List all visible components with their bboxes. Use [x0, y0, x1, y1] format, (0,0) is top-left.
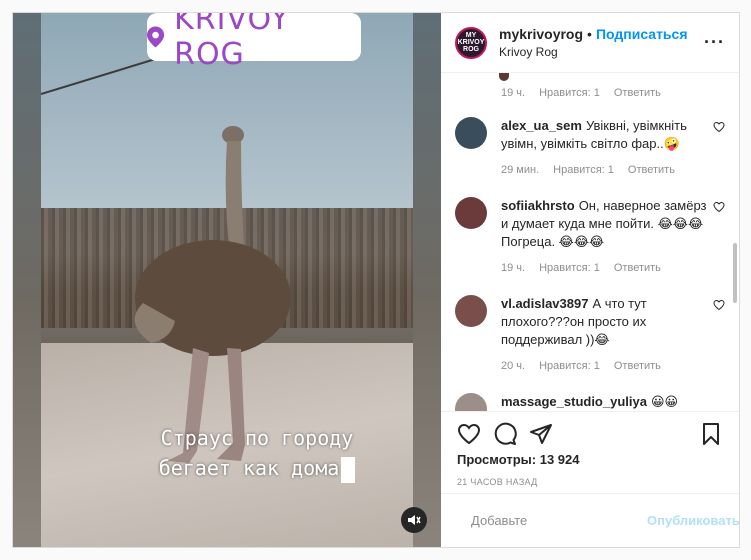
comment-likes[interactable]: Нравится: 1: [539, 259, 600, 277]
comment-time: 19 ч.: [501, 262, 526, 274]
comment-text: 😀😀: [650, 394, 679, 409]
text-cursor: [341, 456, 356, 483]
location-link[interactable]: Krivoy Rog: [499, 45, 704, 59]
post-actions: Просмотры: 13 924 21 ЧАСОВ НАЗАД: [441, 411, 739, 493]
comment-likes[interactable]: Нравится: 1: [553, 161, 614, 179]
comment-username[interactable]: alex_ua_sem: [501, 118, 582, 133]
comment-username[interactable]: massage_studio_yuliya: [501, 394, 647, 409]
video-caption-line1: Страус по городу: [160, 426, 354, 450]
views-label: Просмотры:: [457, 452, 537, 467]
reply-button[interactable]: Ответить: [614, 259, 661, 277]
partial-avatar: [499, 73, 509, 81]
video-player[interactable]: KRIVOY ROG Страус по городу бегает как д…: [13, 13, 441, 547]
partial-comment: [455, 73, 725, 87]
location-pin-icon: [147, 26, 165, 48]
post-dialog: KRIVOY ROG Страус по городу бегает как д…: [12, 12, 740, 548]
follow-button[interactable]: Подписаться: [596, 26, 688, 42]
like-comment-heart-icon[interactable]: [713, 299, 725, 311]
bookmark-icon[interactable]: [699, 422, 723, 446]
comment-username[interactable]: sofiiakhrsto: [501, 198, 575, 213]
video-caption-line2: бегает как дома: [158, 456, 340, 480]
avatar-logo-text: MY KRIVOY ROG: [457, 32, 485, 53]
location-sticker: KRIVOY ROG: [147, 13, 361, 72]
avatar[interactable]: [455, 393, 487, 411]
share-paper-plane-icon[interactable]: [529, 422, 553, 446]
video-caption: Страус по городу бегает как дома: [97, 423, 413, 483]
list-item: massage_studio_yuliya 😀😀: [455, 393, 725, 411]
avatar[interactable]: [455, 295, 487, 327]
video-blur-right: [413, 13, 441, 547]
publish-button[interactable]: Опубликовать: [647, 513, 740, 528]
reply-button[interactable]: Ответить: [614, 87, 661, 99]
list-item: alex_ua_sem Увiквні, увімкніть увімн, уві…: [455, 117, 725, 179]
username-link[interactable]: mykrivoyrog: [499, 26, 583, 42]
comment-likes[interactable]: Нравится: 1: [539, 357, 600, 375]
comment-time: 20 ч.: [501, 360, 526, 372]
separator-dot: •: [587, 26, 592, 42]
reply-button[interactable]: Ответить: [628, 161, 675, 179]
avatar[interactable]: [455, 197, 487, 229]
avatar[interactable]: [455, 117, 487, 149]
avatar[interactable]: MY KRIVOY ROG: [455, 26, 487, 59]
post-timestamp[interactable]: 21 ЧАСОВ НАЗАД: [457, 477, 723, 487]
list-item: sofiiakhrsto Он, наверное замёрз и думает…: [455, 197, 725, 277]
post-sidebar: MY KRIVOY ROG mykrivoyrog • Подписаться …: [441, 13, 740, 547]
comment-username[interactable]: vl.adislav3897: [501, 296, 588, 311]
header-text: mykrivoyrog • Подписаться Krivoy Rog: [499, 26, 704, 59]
speaker-muted-icon: [408, 515, 421, 525]
comments-list[interactable]: 19 ч. Нравится: 1 Ответить alex_ua_sem Ув…: [441, 73, 739, 411]
video-blur-left: [13, 13, 41, 547]
comment-bubble-icon[interactable]: [493, 422, 517, 446]
comment-input[interactable]: [471, 513, 647, 528]
list-item: vl.adislav3897 А что тут плохого???он про…: [455, 295, 725, 375]
comment-meta: 19 ч. Нравится: 1 Ответить: [501, 87, 725, 99]
comment-likes[interactable]: Нравится: 1: [539, 87, 600, 99]
views-count: Просмотры: 13 924: [457, 452, 723, 467]
comment-time: 19 ч.: [501, 87, 526, 99]
views-number: 13 924: [539, 452, 580, 467]
ostrich-image: [134, 126, 291, 463]
like-heart-icon[interactable]: [457, 422, 481, 446]
like-comment-heart-icon[interactable]: [713, 121, 725, 133]
location-sticker-text: KRIVOY ROG: [174, 13, 290, 72]
post-header: MY KRIVOY ROG mykrivoyrog • Подписаться …: [441, 13, 739, 73]
mute-button[interactable]: [401, 507, 427, 533]
like-comment-heart-icon[interactable]: [713, 201, 725, 213]
comment-composer: Опубликовать: [441, 493, 740, 547]
comment-time: 29 мин.: [501, 164, 540, 176]
scrollbar[interactable]: [733, 243, 737, 303]
reply-button[interactable]: Ответить: [614, 357, 661, 375]
video-frame[interactable]: KRIVOY ROG Страус по городу бегает как д…: [41, 13, 413, 547]
more-options-icon[interactable]: ···: [704, 32, 725, 53]
